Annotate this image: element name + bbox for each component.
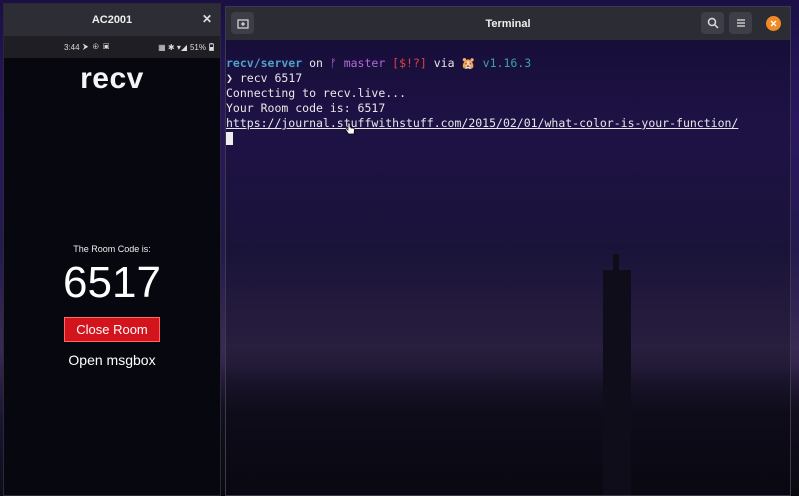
open-msgbox-link[interactable]: Open msgbox [4,352,220,368]
battery-icon [209,43,214,51]
notification-icons: ⮞ ⊕ ▣ [82,42,111,51]
terminal-body[interactable]: recv/server on ᚠ master [$!?] via 🐹 v1.1… [226,40,790,495]
hand-pointer-icon [345,122,355,135]
new-tab-icon [236,19,249,29]
hamburger-icon [736,19,745,27]
window-close-button[interactable] [766,16,781,31]
shell-prompt: recv/server on ᚠ master [$!?] via 🐹 v1.1… [226,56,790,71]
status-time: 3:44 [64,42,80,52]
phone-status-bar: 3:44 ⮞ ⊕ ▣ ▦ ✱ ▾◢ 51% [4,36,220,58]
prompt-git-status: [$!?] [385,56,427,70]
cursor-line [226,131,790,146]
command-text: recv 6517 [239,71,303,85]
phone-window-title: AC2001 [91,14,133,26]
prompt-on: on [302,56,330,70]
prompt-path: recv/server [226,56,303,70]
battery-level: 51% [189,42,206,52]
command-line: ❯ recv 6517 [226,71,790,86]
close-room-button[interactable]: Close Room [64,317,160,342]
output-line: Your Room code is: 6517 [226,101,386,115]
close-icon [770,20,777,27]
menu-button[interactable] [729,12,752,34]
prompt-chevron: ❯ [226,71,240,85]
search-button[interactable] [701,12,724,34]
terminal-titlebar[interactable]: Terminal [226,7,790,40]
phone-window: AC2001 ✕ 3:44 ⮞ ⊕ ▣ ▦ ✱ ▾◢ 51% recv The … [3,3,221,496]
prompt-go-version: v1.16.3 [475,56,532,70]
room-code-label: The Room Code is: [73,244,151,254]
signal-icons: ▦ ✱ ▾◢ [158,42,187,52]
phone-titlebar[interactable]: AC2001 ✕ [4,4,220,36]
search-icon [707,17,719,29]
room-code: 6517 [63,258,161,307]
terminal-title: Terminal [485,17,531,30]
text-cursor [226,132,233,145]
terminal-window: Terminal recv/server on ᚠ master [$!?] v… [225,6,791,496]
go-gopher-icon: 🐹 [461,56,476,70]
output-line: Connecting to recv.live... [226,86,407,100]
prompt-via: via [426,56,462,70]
app-title: recv [80,62,144,95]
output-link-line: https://journal.stuffwithstuff.com/2015/… [226,116,790,131]
status-right: ▦ ✱ ▾◢ 51% [158,43,214,52]
prompt-branch: ᚠ master [329,56,386,70]
close-icon[interactable]: ✕ [202,12,212,26]
output-link[interactable]: https://journal.stuffwithstuff.com/2015/… [226,116,738,130]
new-tab-button[interactable] [231,12,254,34]
